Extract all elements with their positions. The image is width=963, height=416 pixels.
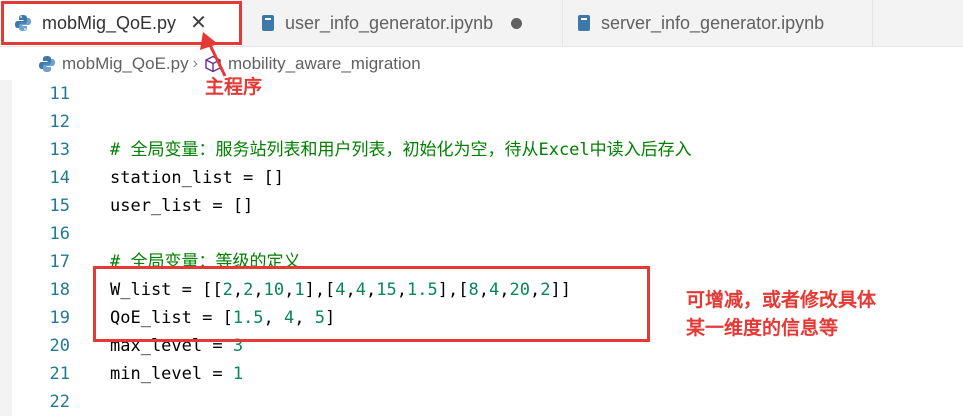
- line-number: 21: [49, 364, 70, 384]
- tab-label: user_info_generator.ipynb: [285, 12, 494, 33]
- tab-server-info-generator[interactable]: server_info_generator.ipynb: [563, 0, 873, 46]
- editable-note-line1: 可增减，或者修改具体: [686, 289, 877, 311]
- line-number: 13: [49, 140, 70, 160]
- notebook-file-icon: [577, 14, 591, 32]
- code-text: min_level = 1: [110, 360, 243, 388]
- editable-lines-highlight: [93, 266, 650, 342]
- code-line: 13 # 全局变量：服务站列表和用户列表，初始化为空，待从Excel中读入后存入: [0, 136, 963, 164]
- line-number: 22: [49, 392, 70, 412]
- code-text: station_list = []: [110, 168, 284, 188]
- breadcrumb-symbol-label: mobility_aware_migration: [227, 54, 421, 73]
- breadcrumb-file[interactable]: mobMig_QoE.py: [38, 54, 189, 74]
- line-number: 20: [49, 336, 70, 356]
- code-line: 12: [0, 108, 963, 136]
- breadcrumb-file-label: mobMig_QoE.py: [62, 54, 189, 73]
- unsaved-dot-icon[interactable]: [511, 17, 523, 29]
- line-number: 19: [49, 308, 70, 328]
- main-program-annotation: 主程序: [205, 76, 263, 98]
- line-number: 11: [49, 84, 70, 104]
- line-number: 16: [49, 224, 70, 244]
- code-line: 15 user_list = []: [0, 192, 963, 220]
- python-file-icon: [38, 55, 56, 73]
- cube-icon: [204, 55, 222, 73]
- breadcrumb-symbol[interactable]: mobility_aware_migration: [204, 54, 421, 74]
- code-editor[interactable]: 11 12 13 # 全局变量：服务站列表和用户列表，初始化为空，待从Excel…: [0, 80, 963, 416]
- editable-note-line2: 某一维度的信息等: [686, 317, 839, 339]
- notebook-file-icon: [261, 14, 275, 32]
- code-line: 22: [0, 388, 963, 416]
- code-comment: # 全局变量：服务站列表和用户列表，初始化为空，待从Excel中读入后存入: [110, 140, 692, 160]
- tab-label: server_info_generator.ipynb: [601, 12, 825, 33]
- line-number: 12: [49, 112, 70, 132]
- line-number: 17: [49, 252, 70, 272]
- code-line: 14 station_list = []: [0, 164, 963, 192]
- breadcrumb-separator: ›: [192, 55, 198, 72]
- active-tab-highlight: [1, 1, 242, 45]
- line-number: 14: [49, 168, 70, 188]
- line-number: 18: [49, 280, 70, 300]
- code-line: 11: [0, 80, 963, 108]
- code-text: user_list = []: [110, 196, 254, 216]
- breadcrumb: mobMig_QoE.py › mobility_aware_migration: [0, 47, 963, 81]
- code-token: min_level =: [110, 364, 233, 384]
- tab-user-info-generator[interactable]: user_info_generator.ipynb: [247, 0, 563, 46]
- line-number: 15: [49, 196, 70, 216]
- code-line: 16: [0, 220, 963, 248]
- code-line: 21 min_level = 1: [0, 360, 963, 388]
- number-token: 1: [232, 364, 244, 384]
